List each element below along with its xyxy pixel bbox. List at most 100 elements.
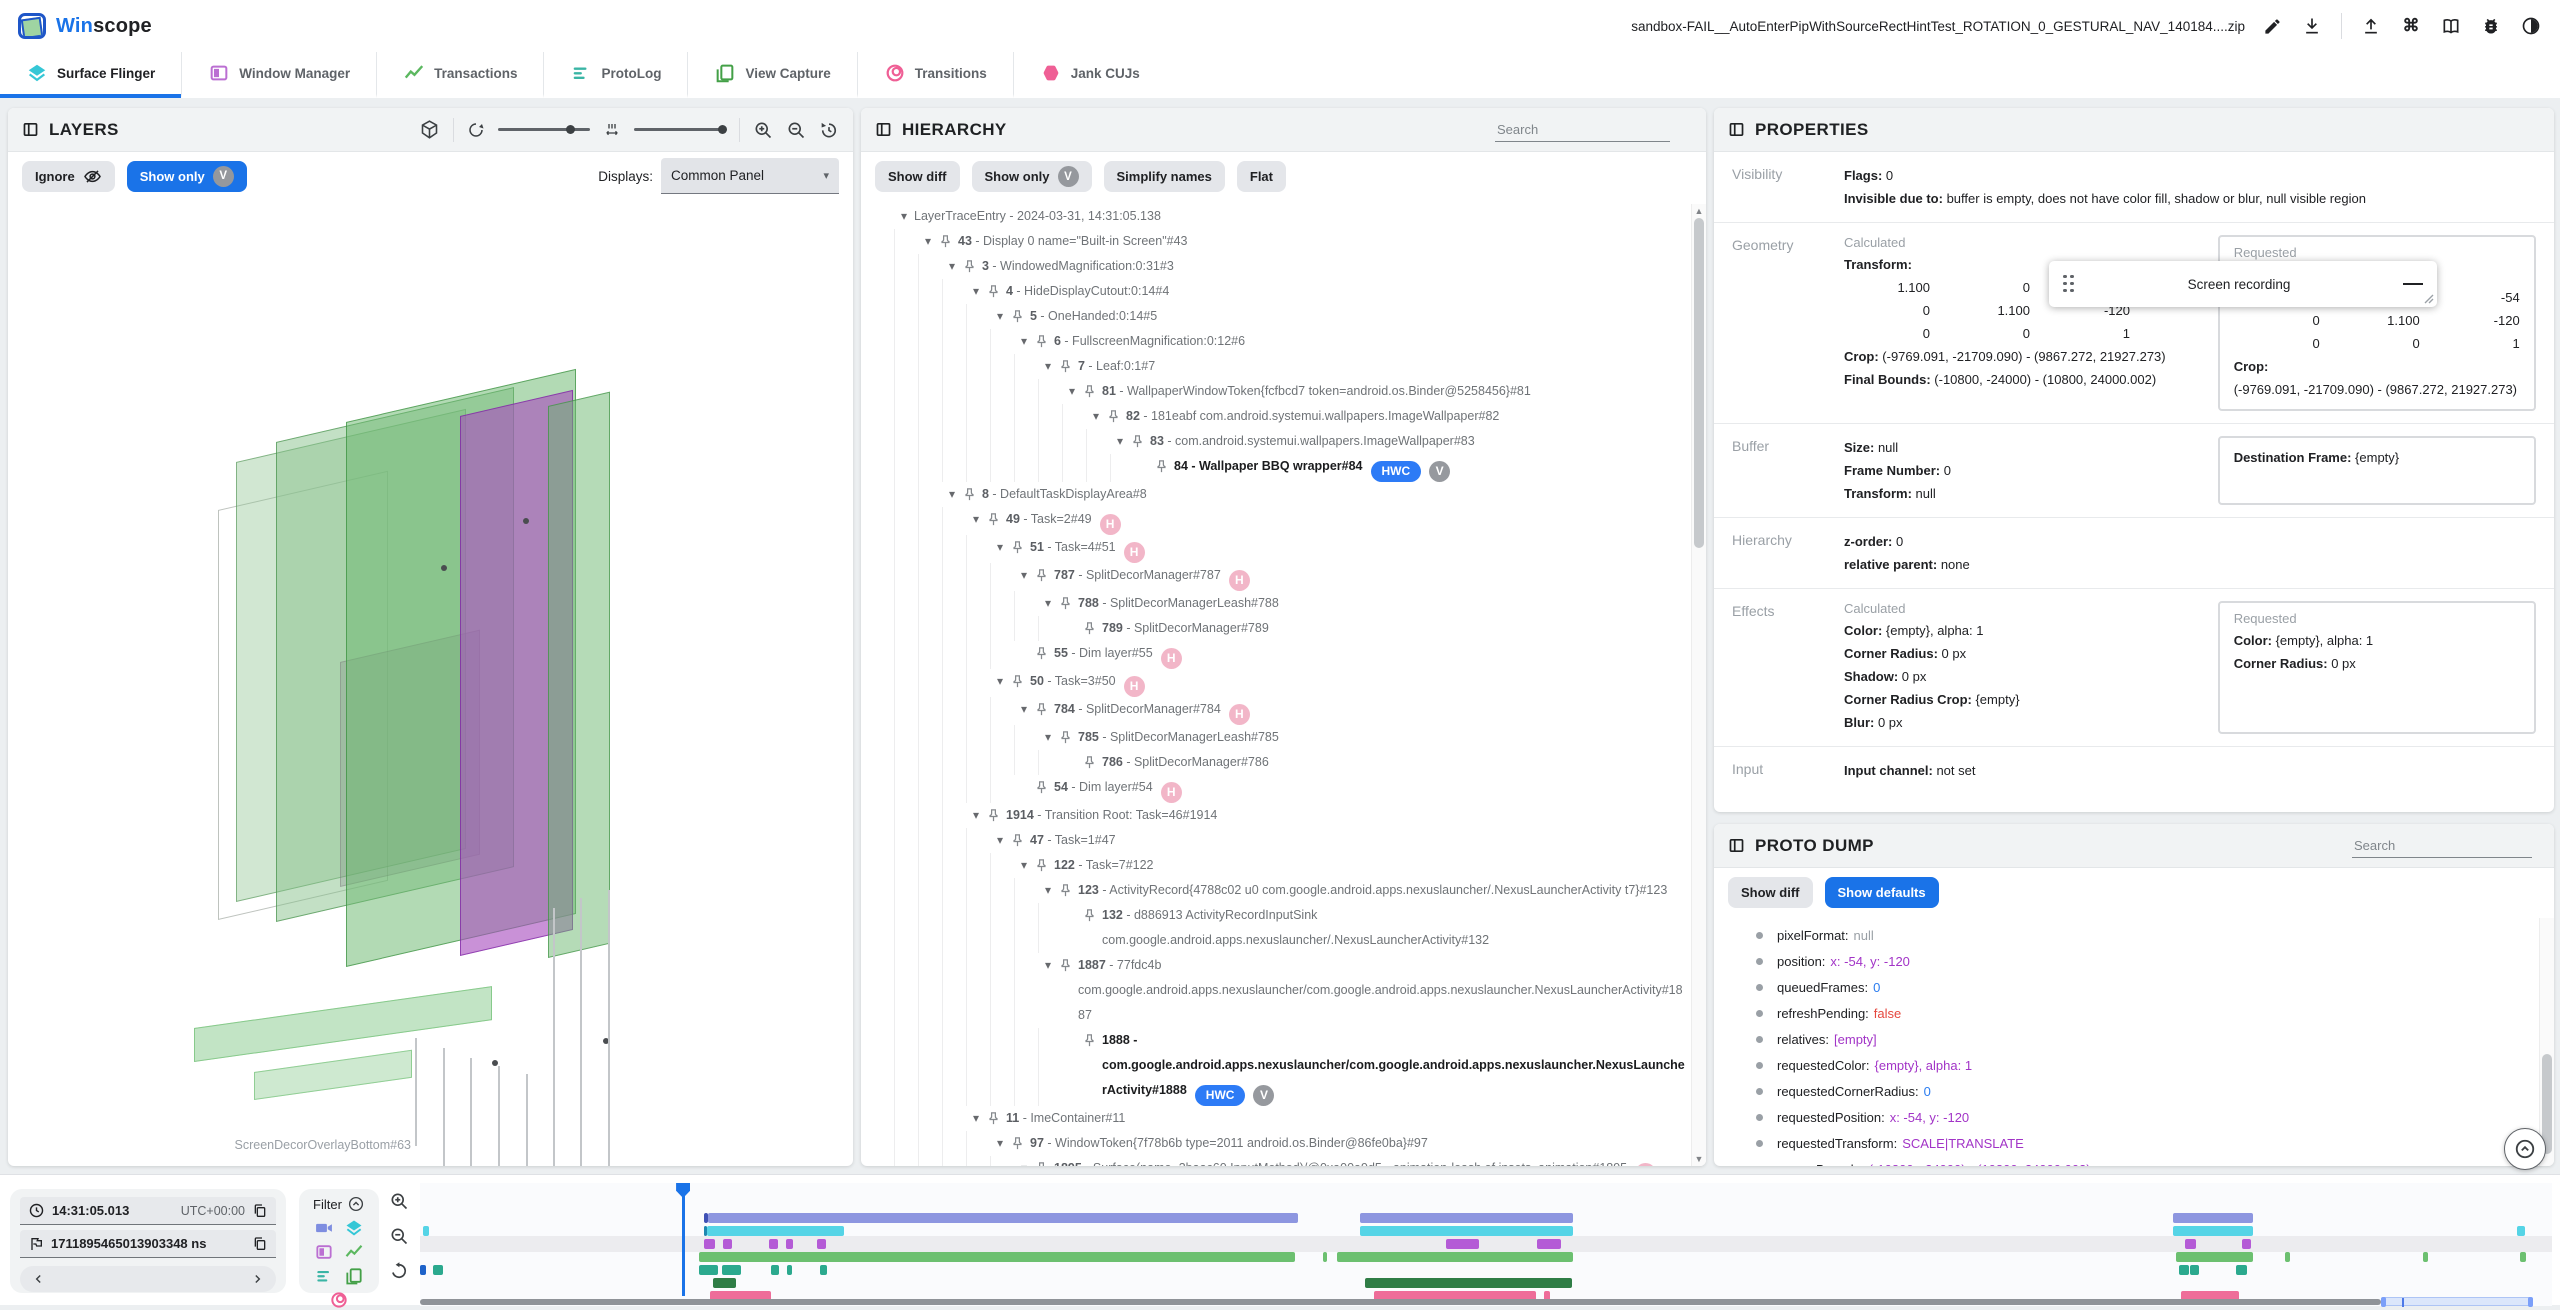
view-capture-filter-icon[interactable] [344,1266,364,1286]
tree-node-132[interactable]: 132 - d886913 ActivityRecordInputSink co… [894,903,1691,953]
pin-icon[interactable] [1034,641,1054,661]
screen-recording-overlay[interactable]: Screen recording [2049,261,2437,307]
trace-segment[interactable] [1446,1239,1479,1249]
pin-icon[interactable] [1034,775,1054,795]
pin-icon[interactable] [1058,878,1078,898]
tree-node-122[interactable]: ▾ 122 - Task=7#122 [894,853,1691,878]
tree-node-1888[interactable]: 1888 - com.google.android.apps.nexuslaun… [894,1028,1691,1106]
pin-icon[interactable] [1082,750,1102,770]
chevron-down-icon[interactable]: ▾ [1038,591,1058,616]
layers-3d-view[interactable]: ScreenDecorOverlayBottom#63ScreenDecorOv… [8,200,853,1166]
trace-segment[interactable] [712,1278,736,1288]
tree-node-83[interactable]: ▾ 83 - com.android.systemui.wallpapers.Im… [894,429,1691,454]
pin-icon[interactable] [1082,379,1102,399]
trace-segment[interactable] [2172,1226,2254,1236]
chevron-down-icon[interactable]: ▾ [1014,1156,1034,1166]
trace-segment[interactable] [2236,1265,2247,1275]
pin-icon[interactable] [1082,903,1102,923]
proto-dump-scrollbar[interactable] [2539,918,2554,1166]
timeline-canvas[interactable] [420,1183,2552,1307]
chevron-down-icon[interactable]: ▾ [990,535,1010,560]
show-defaults-button[interactable]: Show defaults [1824,877,1939,908]
trace-segment[interactable] [1359,1226,1573,1236]
pin-icon[interactable] [962,482,982,502]
proto-field-requestedTransform[interactable]: requestedTransform: SCALE|TRANSLATE [1714,1130,2539,1156]
tab-surface-flinger[interactable]: Surface Flinger [0,52,182,98]
tree-node-51[interactable]: ▾ 51 - Task=4#51 H [894,535,1691,563]
copy-icon[interactable] [252,1203,268,1219]
pin-icon[interactable] [1106,404,1126,424]
pin-icon[interactable] [962,254,982,274]
tree-node-789[interactable]: 789 - SplitDecorManager#789 [894,616,1691,641]
spacing-icon[interactable] [603,121,621,139]
trace-segment[interactable] [2285,1252,2291,1262]
zoom-out-icon[interactable] [786,120,806,140]
chevron-down-icon[interactable]: ▾ [1062,379,1082,404]
pin-icon[interactable] [1082,1028,1102,1048]
pin-icon[interactable] [1034,563,1054,583]
trace-segment[interactable] [768,1239,778,1249]
show-diff-button[interactable]: Show diff [875,161,960,192]
minimize-icon[interactable] [2403,282,2423,286]
tree-node-43[interactable]: ▾ 43 - Display 0 name="Built-in Screen"#4… [894,229,1691,254]
proto-field-screenBounds[interactable]: screenBounds:(-10800, -24000) - (10800, … [1714,1156,2539,1166]
trace-segment[interactable] [433,1265,444,1275]
pin-icon[interactable] [986,1106,1006,1126]
tree-node-786[interactable]: 786 - SplitDecorManager#786 [894,750,1691,775]
rotation-slider[interactable] [498,124,590,134]
ignore-button[interactable]: Ignore [22,160,115,192]
pin-icon[interactable] [1010,1131,1030,1151]
trace-segment[interactable] [1359,1213,1573,1223]
trace-segment[interactable] [1536,1239,1562,1249]
zoom-in-icon[interactable] [753,120,773,140]
trace-segment[interactable] [721,1265,741,1275]
tree-node-1914[interactable]: ▾ 1914 - Transition Root: Task=46#1914 [894,803,1691,828]
pin-icon[interactable] [986,507,1006,527]
timeline-reset-zoom-icon[interactable] [389,1261,409,1281]
download-icon[interactable] [2301,15,2323,37]
chevron-down-icon[interactable]: ▾ [1038,878,1058,903]
trace-segment[interactable] [2190,1265,2199,1275]
trace-segment[interactable] [2520,1252,2527,1262]
3d-view-icon[interactable] [419,119,440,140]
trace-segment[interactable] [819,1265,827,1275]
tree-node-3[interactable]: ▾ 3 - WindowedMagnification:0:31#3 [894,254,1691,279]
show-only-visible-button[interactable]: Show only V [126,160,247,192]
transactions-filter-icon[interactable] [344,1242,364,1262]
bug-report-icon[interactable] [2480,15,2502,37]
displays-select[interactable]: Common Panel ▾ [661,158,839,194]
pin-icon[interactable] [1082,616,1102,636]
copy-icon[interactable] [252,1236,268,1252]
trace-segment[interactable] [2172,1213,2254,1223]
timeline-zoom-in-icon[interactable] [389,1191,409,1211]
trace-segment[interactable] [706,1226,845,1236]
spacing-slider[interactable] [634,124,727,134]
pin-icon[interactable] [1058,953,1078,973]
chevron-down-icon[interactable]: ▾ [942,254,962,279]
tree-node-787[interactable]: ▾ 787 - SplitDecorManager#787 H [894,563,1691,591]
tree-node-54[interactable]: 54 - Dim layer#54 H [894,775,1691,803]
chevron-down-icon[interactable]: ▾ [966,803,986,828]
chevron-down-icon[interactable]: ▾ [1014,853,1034,878]
tab-transitions[interactable]: Transitions [856,52,1013,98]
chevron-down-icon[interactable]: ▾ [966,507,986,532]
chevron-down-icon[interactable]: ▾ [1014,563,1034,588]
pin-icon[interactable] [986,803,1006,823]
collapse-panel-button[interactable] [2504,1128,2546,1170]
chevron-down-icon[interactable]: ▾ [1038,953,1058,978]
trace-segment[interactable] [422,1226,429,1236]
surface-flinger-filter-icon[interactable] [344,1218,364,1238]
protolog-filter-icon[interactable] [314,1266,334,1286]
tree-node-11[interactable]: ▾ 11 - ImeContainer#11 [894,1106,1691,1131]
chevron-down-icon[interactable]: ▾ [966,279,986,304]
chevron-down-icon[interactable]: ▾ [942,482,962,507]
dark-mode-toggle-icon[interactable] [2520,15,2542,37]
trace-segment[interactable] [698,1265,719,1275]
chevron-down-icon[interactable]: ▾ [1110,429,1130,454]
chevron-down-icon[interactable]: ▾ [1014,697,1034,722]
drag-handle-icon[interactable] [2063,274,2075,294]
show-only-visible-button[interactable]: Show only V [971,161,1092,192]
pin-icon[interactable] [1058,725,1078,745]
trace-segment[interactable] [2176,1252,2254,1262]
tree-node-784[interactable]: ▾ 784 - SplitDecorManager#784 H [894,697,1691,725]
